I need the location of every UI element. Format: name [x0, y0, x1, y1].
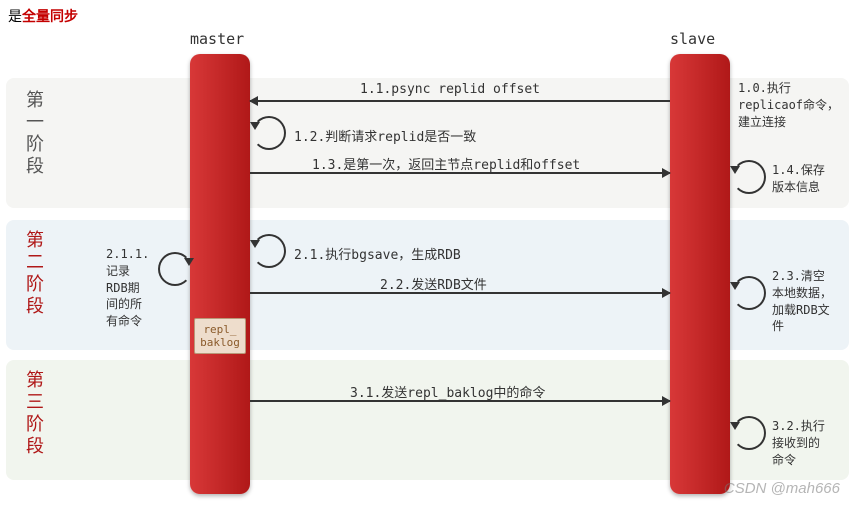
note-1-0: 1.0.执行 replicaof命令， 建立连接 — [738, 80, 839, 130]
selfloop-3-2 — [732, 416, 766, 450]
page-title: 是全量同步 — [8, 6, 78, 26]
slave-lifeline — [670, 54, 730, 494]
note-2-1-1: 2.1.1. 记录 RDB期 间的所 有命令 — [106, 246, 149, 330]
selfloop-1-2 — [252, 116, 286, 150]
master-lifeline — [190, 54, 250, 494]
repl-baklog-text: repl_ baklog — [200, 323, 240, 349]
selfloop-2-1 — [252, 234, 286, 268]
label-3-1: 3.1.发送repl_baklog中的命令 — [350, 382, 545, 401]
label-1-3: 1.3.是第一次，返回主节点replid和offset — [312, 154, 580, 173]
watermark: CSDN @mah666 — [724, 480, 840, 497]
note-1-4: 1.4.保存 版本信息 — [772, 162, 825, 196]
label-2-2: 2.2.发送RDB文件 — [380, 274, 487, 293]
slave-header: slave — [670, 30, 715, 48]
phase-2-label: 第二阶段 — [20, 230, 46, 318]
selfloop-2-1-1 — [158, 252, 192, 286]
repl-baklog-box: repl_ baklog — [194, 318, 246, 354]
label-1-2: 1.2.判断请求replid是否一致 — [294, 126, 476, 145]
arrow-1-1 — [250, 100, 670, 102]
selfloop-2-3 — [732, 276, 766, 310]
phase-3-label: 第三阶段 — [20, 370, 46, 458]
sequence-diagram: 第一阶段 第二阶段 第三阶段 master slave 1.1.psync re… — [0, 30, 854, 505]
note-2-3: 2.3.清空 本地数据， 加载RDB文 件 — [772, 268, 832, 335]
note-3-2: 3.2.执行 接收到的 命令 — [772, 418, 825, 468]
label-1-1: 1.1.psync replid offset — [360, 82, 540, 97]
label-2-1: 2.1.执行bgsave，生成RDB — [294, 244, 461, 263]
selfloop-1-4 — [732, 160, 766, 194]
title-prefix: 是 — [8, 9, 22, 25]
title-highlight: 全量同步 — [22, 9, 78, 25]
master-header: master — [190, 30, 244, 48]
phase-1-label: 第一阶段 — [20, 90, 46, 178]
